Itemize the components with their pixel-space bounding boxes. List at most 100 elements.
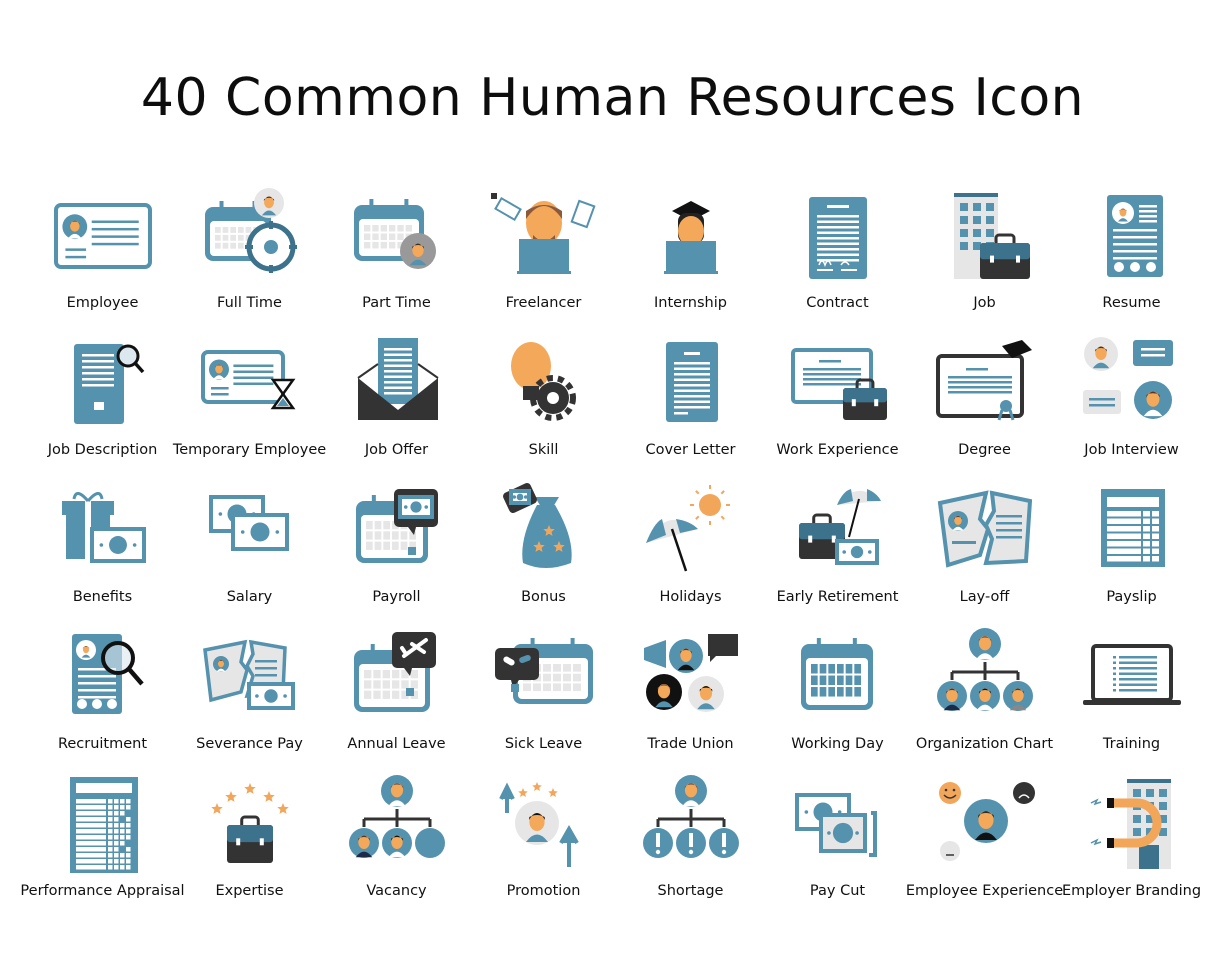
icon-label: Promotion	[506, 883, 581, 899]
icon-cell-job-offer: Job Offer	[323, 330, 470, 477]
icon-cell-employee-experience: Employee Experience	[906, 771, 1063, 918]
icon-cell-promotion: Promotion	[470, 771, 617, 918]
icon-cell-benefits: Benefits	[29, 477, 176, 624]
laptop-list-icon	[1077, 624, 1187, 726]
calendar-person-icon	[342, 183, 452, 285]
icon-cell-full-time: Full Time	[176, 183, 323, 330]
icon-label: Freelancer	[505, 295, 582, 311]
payslip-table-icon	[1077, 477, 1187, 579]
icon-label: Pay Cut	[809, 883, 866, 899]
icon-label: Working Day	[791, 736, 884, 752]
icon-cell-payslip: Payslip	[1058, 477, 1205, 624]
icon-label: Job	[973, 295, 996, 311]
icon-label: Degree	[958, 442, 1011, 458]
icon-label: Employee Experience	[905, 883, 1064, 899]
lightbulb-gear-icon	[489, 330, 599, 432]
icon-cell-lay-off: Lay-off	[911, 477, 1058, 624]
umbrella-sun-icon	[636, 477, 746, 579]
id-card-hourglass-icon	[195, 330, 305, 432]
icon-cell-working-day: Working Day	[764, 624, 911, 771]
icon-label: Training	[1102, 736, 1161, 752]
megaphone-group-icon	[636, 624, 746, 726]
icon-cell-expertise: Expertise	[176, 771, 323, 918]
graduate-laptop-icon	[636, 183, 746, 285]
briefcase-stars-icon	[195, 771, 305, 873]
gift-money-icon	[48, 477, 158, 579]
person-arrows-icon	[489, 771, 599, 873]
icon-cell-sick-leave: Sick Leave	[470, 624, 617, 771]
icon-label: Recruitment	[57, 736, 148, 752]
icon-cell-skill: Skill	[470, 330, 617, 477]
icon-cell-pay-cut: Pay Cut	[764, 771, 911, 918]
org-chart-icon	[930, 624, 1040, 726]
signed-document-icon	[783, 183, 893, 285]
certificate-briefcase-icon	[783, 330, 893, 432]
icon-cell-freelancer: Freelancer	[470, 183, 617, 330]
banknotes-icon	[195, 477, 305, 579]
icon-cell-cover-letter: Cover Letter	[617, 330, 764, 477]
appraisal-sheet-icon	[48, 771, 158, 873]
org-chart-alert-icon	[636, 771, 746, 873]
icon-label: Full Time	[217, 295, 282, 311]
icon-label: Skill	[528, 442, 559, 458]
icon-cell-holidays: Holidays	[617, 477, 764, 624]
interview-chat-icon	[1077, 330, 1187, 432]
icon-label: Job Interview	[1084, 442, 1179, 458]
torn-id-card-icon	[930, 477, 1040, 579]
resume-icon	[1077, 183, 1187, 285]
calendar-plane-icon	[342, 624, 452, 726]
icon-label: Expertise	[215, 883, 284, 899]
icon-cell-part-time: Part Time	[323, 183, 470, 330]
money-bag-icon	[489, 477, 599, 579]
org-chart-vacancy-icon	[342, 771, 452, 873]
calendar-clock-icon	[195, 183, 305, 285]
icon-label: Bonus	[521, 589, 566, 605]
resume-magnifier-icon	[48, 624, 158, 726]
icon-cell-resume: Resume	[1058, 183, 1205, 330]
icon-cell-salary: Salary	[176, 477, 323, 624]
icon-cell-temporary-employee: Temporary Employee	[172, 330, 327, 477]
document-search-icon	[48, 330, 158, 432]
icon-cell-trade-union: Trade Union	[617, 624, 764, 771]
id-card-icon	[48, 183, 158, 285]
envelope-letter-icon	[342, 330, 452, 432]
icon-label: Early Retirement	[776, 589, 899, 605]
icon-label: Organization Chart	[915, 736, 1054, 752]
icon-label: Resume	[1102, 295, 1161, 311]
icon-cell-organization-chart: Organization Chart	[911, 624, 1058, 771]
icon-label: Job Description	[47, 442, 158, 458]
icon-cell-job: Job	[911, 183, 1058, 330]
icon-cell-severance-pay: Severance Pay	[176, 624, 323, 771]
icon-grid: Employee Full Time Part Time Freelancer In…	[20, 183, 1205, 918]
icon-label: Employee	[66, 295, 139, 311]
icon-label: Benefits	[72, 589, 133, 605]
icon-label: Payroll	[372, 589, 421, 605]
icon-label: Internship	[654, 295, 727, 311]
icon-label: Performance Appraisal	[20, 883, 185, 899]
icon-cell-employer-branding: Employer Branding	[1058, 771, 1205, 918]
icon-cell-bonus: Bonus	[470, 477, 617, 624]
icon-cell-training: Training	[1058, 624, 1205, 771]
icon-label: Salary	[226, 589, 273, 605]
icon-label: Lay-off	[959, 589, 1010, 605]
icon-cell-job-description: Job Description	[29, 330, 176, 477]
icon-cell-job-interview: Job Interview	[1058, 330, 1205, 477]
icon-cell-performance-appraisal: Performance Appraisal	[20, 771, 185, 918]
icon-label: Severance Pay	[196, 736, 303, 752]
icon-label: Job Offer	[364, 442, 429, 458]
building-magnet-icon	[1077, 771, 1187, 873]
icon-label: Annual Leave	[347, 736, 446, 752]
icon-cell-contract: Contract	[764, 183, 911, 330]
briefcase-umbrella-icon	[783, 477, 893, 579]
icon-cell-employee: Employee	[29, 183, 176, 330]
icon-cell-work-experience: Work Experience	[764, 330, 911, 477]
icon-label: Employer Branding	[1061, 883, 1202, 899]
icon-cell-vacancy: Vacancy	[323, 771, 470, 918]
icon-label: Sick Leave	[504, 736, 583, 752]
icon-label: Contract	[806, 295, 869, 311]
icon-label: Temporary Employee	[172, 442, 327, 458]
torn-card-money-icon	[195, 624, 305, 726]
icon-cell-recruitment: Recruitment	[29, 624, 176, 771]
icon-cell-degree: Degree	[911, 330, 1058, 477]
calendar-money-icon	[342, 477, 452, 579]
